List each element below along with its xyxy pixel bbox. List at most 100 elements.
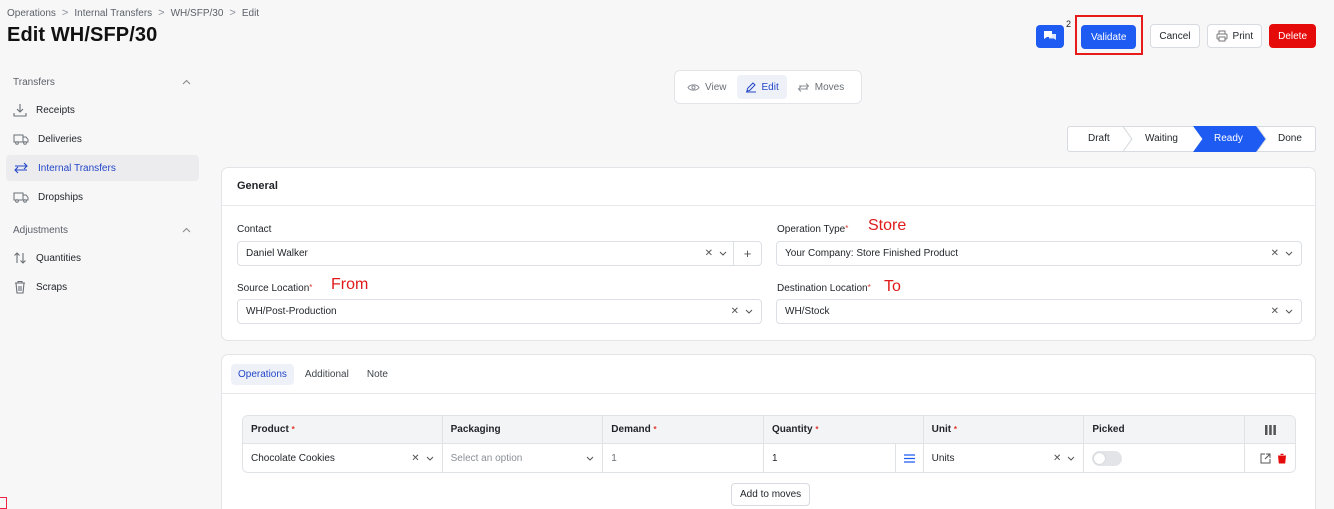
column-settings-button[interactable] (1245, 416, 1295, 443)
sidebar-item-receipts[interactable]: Receipts (6, 97, 199, 123)
add-to-moves-button[interactable]: Add to moves (731, 483, 811, 506)
operation-type-field[interactable]: Your Company: Store Finished Product ✕ (776, 241, 1302, 266)
destination-location-label: Destination Location* (777, 283, 871, 294)
source-location-value: WH/Post-Production (246, 306, 337, 317)
chevron-down-icon[interactable] (426, 456, 434, 461)
view-mode-switch: View Edit Moves (674, 70, 862, 104)
sidebar-item-deliveries[interactable]: Deliveries (6, 126, 199, 152)
quantity-value: 1 (771, 452, 778, 464)
sidebar-section-transfers[interactable]: Transfers (6, 70, 199, 94)
clear-icon[interactable]: ✕ (731, 306, 739, 317)
unit-value: Units (931, 452, 955, 464)
sidebar-item-scraps[interactable]: Scraps (6, 274, 199, 300)
sidebar-item-label: Quantities (36, 252, 82, 264)
trash-icon[interactable] (1276, 453, 1287, 464)
chevron-up-icon (182, 227, 191, 233)
status-pipeline: Draft Waiting Ready Done (1067, 126, 1316, 152)
corner-marker (0, 497, 7, 509)
sidebar-item-label: Scraps (36, 281, 68, 293)
clear-icon[interactable]: ✕ (1271, 248, 1279, 259)
packaging-placeholder: Select an option (450, 452, 523, 464)
sidebar-item-label: Receipts (36, 104, 75, 116)
validate-highlight: Validate (1074, 15, 1144, 55)
external-link-icon[interactable] (1260, 453, 1271, 464)
column-header-demand[interactable]: Demand * (603, 416, 764, 443)
sidebar-heading-adjustments: Adjustments (13, 224, 69, 236)
column-header-product[interactable]: Product * (243, 416, 443, 443)
sidebar-item-label: Dropships (38, 191, 84, 203)
tab-view[interactable]: View (679, 75, 735, 99)
source-location-field[interactable]: WH/Post-Production ✕ (237, 299, 762, 324)
truck-icon (13, 192, 29, 203)
row-actions (1245, 444, 1295, 472)
delete-button[interactable]: Delete (1269, 24, 1316, 48)
quantity-cell[interactable]: 1 (764, 444, 924, 472)
chat-icon (1043, 31, 1056, 40)
validate-button[interactable]: Validate (1080, 25, 1137, 49)
destination-location-field[interactable]: WH/Stock ✕ (776, 299, 1302, 324)
clear-icon[interactable]: ✕ (1271, 306, 1279, 317)
product-cell[interactable]: Chocolate Cookies ✕ (243, 444, 443, 472)
download-icon (13, 104, 27, 117)
tab-additional[interactable]: Additional (298, 364, 356, 385)
column-header-picked[interactable]: Picked (1084, 416, 1246, 443)
table-row: Chocolate Cookies ✕ Select an option 1 1… (243, 444, 1295, 472)
sidebar-section-adjustments[interactable]: Adjustments (6, 218, 199, 242)
sidebar-item-internal-transfers[interactable]: Internal Transfers (6, 155, 199, 181)
tab-moves[interactable]: Moves (789, 75, 852, 99)
clear-icon[interactable]: ✕ (701, 248, 717, 259)
status-step-done: Done (1278, 133, 1302, 144)
columns-icon (1264, 424, 1276, 435)
truck-icon (13, 134, 29, 145)
operations-table: Product * Packaging Demand * Quantity * … (242, 415, 1296, 473)
tab-view-label: View (705, 81, 727, 93)
breadcrumb-internal-transfers[interactable]: Internal Transfers (74, 8, 152, 19)
demand-cell[interactable]: 1 (603, 444, 764, 472)
detailed-operations-button[interactable] (894, 444, 923, 472)
picked-cell (1084, 444, 1246, 472)
tab-edit[interactable]: Edit (736, 75, 787, 99)
chevron-down-icon[interactable] (745, 309, 753, 314)
breadcrumb: Operations > Internal Transfers > WH/SFP… (7, 7, 259, 19)
cancel-button[interactable]: Cancel (1150, 24, 1200, 48)
column-header-unit[interactable]: Unit * (924, 416, 1085, 443)
tab-note[interactable]: Note (360, 364, 395, 385)
column-header-packaging[interactable]: Packaging (443, 416, 604, 443)
sidebar-item-label: Internal Transfers (38, 162, 116, 174)
breadcrumb-current: Edit (241, 7, 260, 19)
chevron-down-icon[interactable] (586, 456, 594, 461)
chevron-down-icon[interactable] (719, 251, 727, 256)
picked-toggle[interactable] (1092, 450, 1123, 466)
printer-icon (1216, 30, 1228, 42)
chat-button[interactable]: 2 (1035, 19, 1071, 48)
operation-type-value: Your Company: Store Finished Product (785, 248, 959, 259)
annotation-to: To (884, 278, 901, 295)
tab-operations[interactable]: Operations (231, 363, 294, 385)
eye-icon (687, 83, 700, 91)
breadcrumb-separator: > (61, 7, 69, 19)
annotation-from: From (331, 276, 369, 293)
transfer-arrows-icon (797, 82, 809, 92)
destination-location-value: WH/Stock (785, 306, 830, 317)
sidebar-item-dropships[interactable]: Dropships (6, 184, 199, 210)
breadcrumb-separator: > (158, 7, 165, 19)
breadcrumb-separator: > (229, 7, 236, 19)
page-title: Edit WH/SFP/30 (7, 24, 158, 46)
chevron-up-icon (182, 79, 191, 85)
unit-cell[interactable]: Units ✕ (924, 444, 1085, 472)
contact-field[interactable]: Daniel Walker ✕ + (237, 241, 762, 266)
chevron-down-icon[interactable] (1067, 456, 1075, 461)
breadcrumb-record[interactable]: WH/SFP/30 (171, 8, 224, 19)
print-button[interactable]: Print (1206, 24, 1263, 48)
add-contact-button[interactable]: + (733, 242, 761, 265)
clear-icon[interactable]: ✕ (411, 453, 419, 464)
annotation-store: Store (868, 217, 907, 234)
packaging-cell[interactable]: Select an option (443, 444, 604, 472)
chevron-down-icon[interactable] (1285, 251, 1293, 256)
chevron-down-icon[interactable] (1285, 309, 1293, 314)
table-header-row: Product * Packaging Demand * Quantity * … (243, 416, 1295, 444)
sidebar-item-quantities[interactable]: Quantities (6, 245, 199, 271)
breadcrumb-operations[interactable]: Operations (7, 8, 56, 19)
clear-icon[interactable]: ✕ (1053, 453, 1061, 464)
column-header-quantity[interactable]: Quantity * (764, 416, 924, 443)
